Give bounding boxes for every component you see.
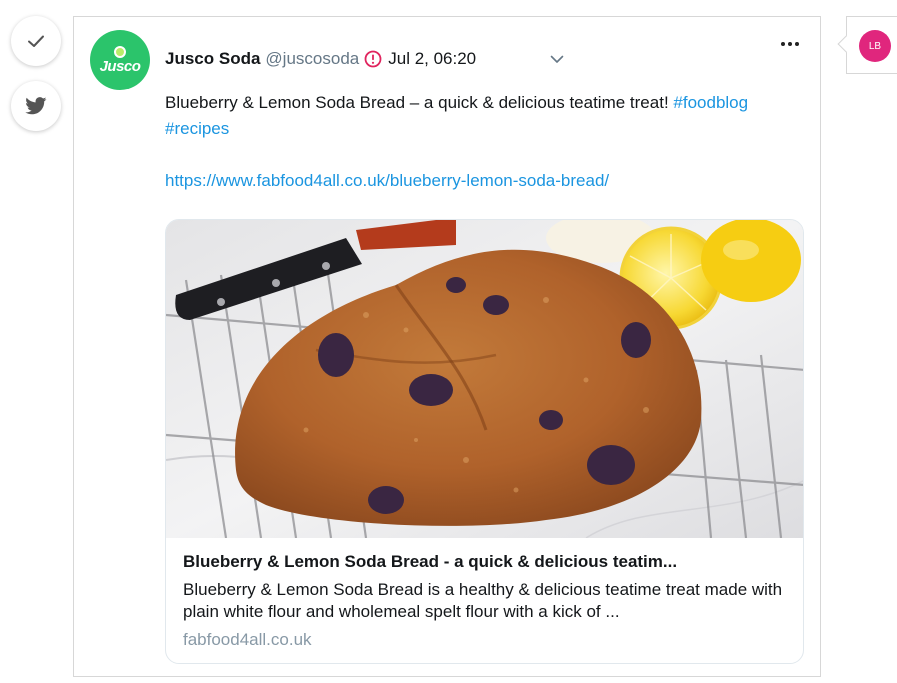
checkmark-icon — [28, 35, 44, 47]
assignee-avatar[interactable]: LB — [859, 30, 891, 62]
hashtag-recipes[interactable]: #recipes — [165, 119, 229, 138]
tweet-card: Jusco Jusco Soda @juscosoda Jul 2, 06:20… — [73, 16, 821, 677]
twitter-button[interactable] — [11, 81, 61, 131]
chevron-down-icon[interactable] — [550, 51, 564, 69]
author-handle[interactable]: @juscosoda — [265, 49, 359, 69]
link-preview-card[interactable]: Blueberry & Lemon Soda Bread - a quick &… — [165, 219, 804, 664]
tweet-body: Blueberry & Lemon Soda Bread – a quick &… — [165, 93, 669, 112]
tweet-text: Blueberry & Lemon Soda Bread – a quick &… — [165, 90, 805, 142]
more-options-icon[interactable] — [781, 36, 799, 52]
link-card-title: Blueberry & Lemon Soda Bread - a quick &… — [183, 552, 678, 571]
author-avatar[interactable]: Jusco — [90, 30, 150, 90]
soda-bread-photo — [166, 220, 803, 538]
tab-notch — [837, 35, 855, 53]
link-card-description: Blueberry & Lemon Soda Bread is a health… — [183, 580, 783, 621]
tweet-header: Jusco Soda @juscosoda Jul 2, 06:20 — [165, 48, 476, 70]
author-name[interactable]: Jusco Soda — [165, 49, 260, 69]
lime-logo-icon — [114, 46, 126, 58]
link-card-domain: fabfood4all.co.uk — [183, 630, 312, 649]
approve-button[interactable] — [11, 16, 61, 66]
hashtag-foodblog[interactable]: #foodblog — [673, 93, 748, 112]
tweet-timestamp[interactable]: Jul 2, 06:20 — [388, 49, 476, 69]
twitter-bird-icon — [25, 97, 47, 115]
avatar-logo-text: Jusco — [99, 58, 141, 75]
warning-icon — [364, 50, 382, 68]
assignee-tab[interactable]: LB — [837, 16, 897, 74]
tweet-url-link[interactable]: https://www.fabfood4all.co.uk/blueberry-… — [165, 168, 609, 194]
link-card-meta: Blueberry & Lemon Soda Bread - a quick &… — [166, 538, 803, 651]
